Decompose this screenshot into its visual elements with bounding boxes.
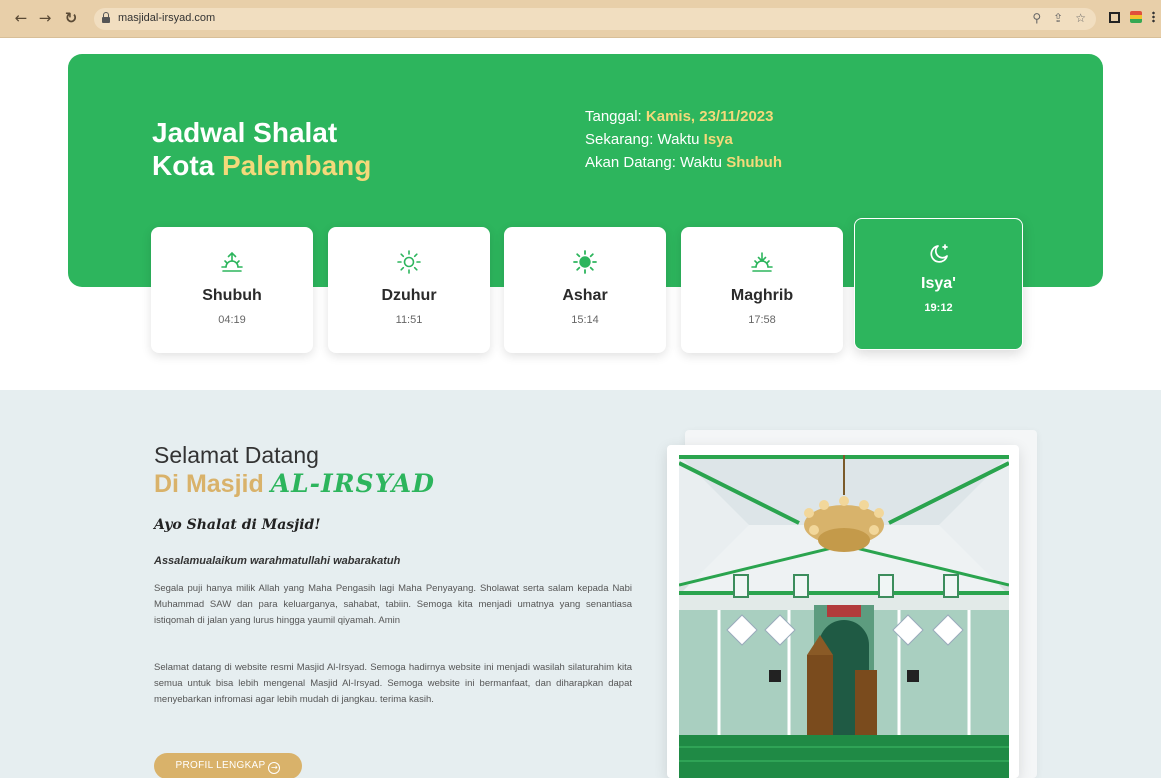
menu-dots-icon[interactable] (1152, 11, 1155, 23)
date-line: Tanggal: Kamis, 23/11/2023 (585, 108, 774, 125)
current-prayer-line: Sekarang: Waktu Isya (585, 131, 733, 148)
zoom-icon[interactable]: ⚲ (1032, 11, 1041, 25)
url-text: masjidal-irsyad.com (118, 12, 216, 24)
address-bar[interactable]: masjidal-irsyad.com ⚲ ⇪ ☆ (94, 8, 1096, 30)
city-name: Palembang (222, 150, 372, 181)
lock-icon (102, 12, 110, 23)
hero-title: Jadwal Shalat Kota Palembang (152, 117, 372, 181)
welcome-subheading: Ayo Shalat di Masjid! (154, 517, 321, 533)
moon-star-icon (855, 241, 1022, 267)
profil-lengkap-button[interactable]: PROFIL LENGKAP → (154, 753, 302, 778)
reload-icon[interactable]: ↻ (62, 9, 80, 27)
prayer-card-ashar: Ashar 15:14 (504, 227, 666, 353)
welcome-paragraph-1: Segala puji hanya milik Allah yang Maha … (154, 583, 632, 626)
next-prayer-line: Akan Datang: Waktu Shubuh (585, 154, 783, 171)
sun-filled-icon (504, 249, 666, 275)
masjid-heading: Di Masjid AL-IRSYAD (154, 469, 435, 498)
sunrise-icon (151, 249, 313, 275)
arrow-right-circle-icon: → (268, 762, 281, 774)
masjid-brand-name: AL-IRSYAD (270, 469, 435, 498)
share-icon[interactable]: ⇪ (1053, 11, 1063, 25)
prayer-card-maghrib: Maghrib 17:58 (681, 227, 843, 353)
prayer-card-isya: Isya' 19:12 (854, 218, 1023, 350)
back-arrow-icon[interactable]: ← (12, 9, 30, 27)
hero-info: Tanggal: Kamis, 23/11/2023 Sekarang: Wak… (585, 105, 782, 174)
welcome-heading: Selamat Datang (154, 442, 319, 468)
salam-greeting: Assalamualaikum warahmatullahi wabarakat… (154, 555, 401, 567)
prayer-card-dzuhur: Dzuhur 11:51 (328, 227, 490, 353)
mosque-interior-image (679, 455, 1009, 778)
browser-toolbar: ← → ↻ masjidal-irsyad.com ⚲ ⇪ ☆ (0, 0, 1161, 38)
sunset-icon (681, 249, 843, 275)
prayer-card-shubuh: Shubuh 04:19 (151, 227, 313, 353)
sidepanel-icon[interactable] (1109, 11, 1120, 23)
forward-arrow-icon[interactable]: → (36, 9, 54, 27)
welcome-paragraph-2: Selamat datang di website resmi Masjid A… (154, 662, 632, 705)
bookmark-star-icon[interactable]: ☆ (1075, 11, 1086, 25)
extension-icon[interactable] (1130, 11, 1142, 23)
sun-outline-icon (328, 249, 490, 275)
